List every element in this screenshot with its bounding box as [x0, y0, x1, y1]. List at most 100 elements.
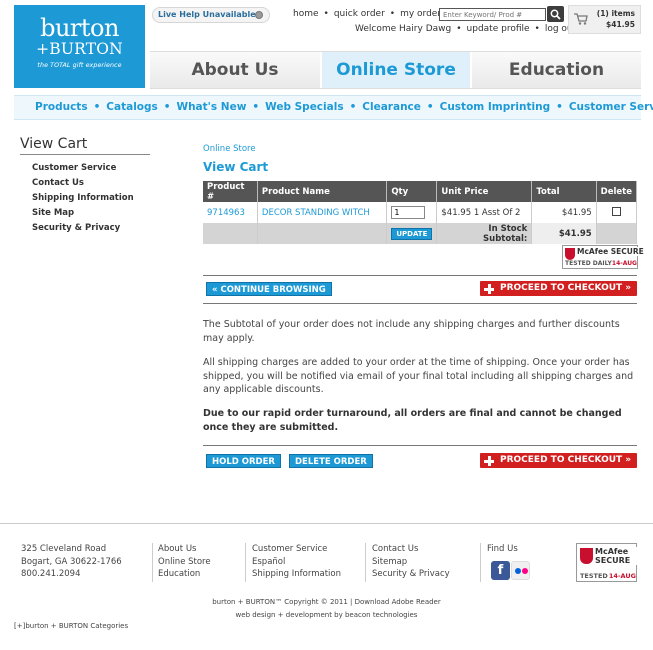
brand-logo[interactable]: burton +BURTON the TOTAL gift experience [14, 5, 145, 88]
mcafee-badge[interactable]: McAfee SECURE TESTED DAILY 14-AUG [562, 245, 651, 269]
delete-cell [596, 202, 638, 223]
column-header: Delete [596, 181, 638, 202]
mcafee-tested: TESTED 14-AUG [580, 572, 636, 580]
subnav-separator: • [556, 101, 563, 113]
mcafee-tested: TESTED DAILY 14-AUG [565, 260, 637, 267]
address-line: 325 Cleveland Road [21, 544, 107, 554]
subtotal-value: $41.95 [531, 223, 597, 244]
mcafee-tested-label: TESTED DAILY [565, 260, 612, 267]
subnav-clearance[interactable]: Clearance [362, 101, 421, 113]
footer-link-contact-us[interactable]: Contact Us [372, 543, 450, 556]
subnav-whats-new[interactable]: What's New [177, 101, 247, 113]
copyright-text: burton + BURTON™ Copyright © 2011 | Down… [212, 598, 441, 606]
footer-link-security-privacy[interactable]: Security & Privacy [372, 568, 450, 581]
continue-browsing-button[interactable]: « CONTINUE BROWSING [206, 282, 332, 296]
nav-separator: • [389, 9, 396, 19]
tab-online-store[interactable]: Online Store [322, 52, 470, 88]
subnav-products[interactable]: Products [35, 101, 88, 113]
final-orders-note: Due to our rapid order turnaround, all o… [203, 408, 622, 433]
footer-link-education[interactable]: Education [158, 568, 211, 581]
update-profile-link[interactable]: update profile [467, 24, 530, 34]
flickr-icon[interactable] [511, 561, 530, 580]
credits-text: web design + development by beacon techn… [235, 611, 418, 619]
footer-separator [245, 543, 246, 582]
sidebar-title: View Cart [20, 136, 150, 155]
mcafee-name: McAfee SECURE [595, 547, 637, 565]
phone-number: 800.241.2094 [21, 569, 81, 579]
delete-checkbox[interactable] [611, 206, 621, 216]
subnav-customer-service[interactable]: Customer Service [569, 101, 653, 113]
subnav-separator: • [349, 101, 357, 113]
live-help-button[interactable]: Live Help Unavailable [152, 7, 270, 23]
tab-education[interactable]: Education [472, 52, 641, 88]
address-line: Bogart, GA 30622-1766 [21, 556, 122, 567]
cart-icon [574, 13, 588, 25]
categories-link[interactable]: [+]burton + BURTON Categories [14, 622, 128, 630]
table-header-row: Product # Product Name Qty Unit Price To… [203, 181, 638, 202]
column-header: Unit Price [436, 181, 533, 202]
footer-link-espanol[interactable]: Español [252, 556, 341, 569]
divider [203, 445, 637, 446]
update-button[interactable]: UPDATE [391, 227, 433, 240]
divider [203, 275, 637, 276]
sidebar-item-security-privacy[interactable]: Security & Privacy [32, 222, 134, 237]
hold-order-button[interactable]: HOLD ORDER [206, 454, 281, 468]
mcafee-name: McAfee SECURE [577, 247, 651, 256]
status-dot-icon [255, 11, 263, 19]
line-total: $41.95 [531, 202, 597, 223]
nav-separator: • [323, 9, 329, 19]
proceed-to-checkout-button-bottom[interactable]: PROCEED TO CHECKOUT » [480, 453, 638, 468]
product-name-link[interactable]: DECOR STANDING WITCH [257, 202, 388, 223]
subnav-separator: • [93, 101, 101, 113]
column-header: Total [531, 181, 597, 202]
footer-divider [0, 523, 653, 524]
footer-col-contact: Contact Us Sitemap Security & Privacy [372, 543, 450, 581]
nav-separator: • [456, 24, 462, 34]
subnav-catalogs[interactable]: Catalogs [106, 101, 157, 113]
facebook-icon[interactable]: f [491, 561, 510, 580]
subnav-web-specials[interactable]: Web Specials [265, 101, 343, 113]
column-header: Product Name [257, 181, 388, 202]
page-title: View Cart [203, 160, 269, 174]
logo-line1: burton [40, 14, 119, 42]
footer-link-about-us[interactable]: About Us [158, 543, 211, 556]
mcafee-footer-badge[interactable]: McAfee SECURE TESTED 14-AUG [576, 543, 637, 582]
mini-cart[interactable]: (1) items $41.95 [568, 5, 641, 34]
shipping-note: All shipping charges are added to your o… [203, 357, 634, 395]
sidebar-item-contact-us[interactable]: Contact Us [32, 177, 134, 192]
logo-tagline: the TOTAL gift experience [37, 62, 122, 69]
sidebar-item-customer-service[interactable]: Customer Service [32, 162, 134, 177]
mcafee-icon [580, 548, 593, 564]
footer-link-online-store[interactable]: Online Store [158, 556, 211, 569]
footer-col-service: Customer Service Español Shipping Inform… [252, 543, 341, 581]
breadcrumb[interactable]: Online Store [203, 144, 256, 154]
quick-order-link[interactable]: quick order [334, 9, 385, 19]
plus-icon [484, 284, 494, 294]
tab-about-us[interactable]: About Us [150, 52, 320, 88]
sidebar-item-shipping-information[interactable]: Shipping Information [32, 192, 134, 207]
proceed-to-checkout-button[interactable]: PROCEED TO CHECKOUT » [480, 281, 638, 296]
column-header: Product # [203, 181, 258, 202]
search-input[interactable] [439, 8, 546, 21]
footer-separator [365, 543, 366, 582]
product-number-link[interactable]: 9714963 [203, 202, 258, 223]
subtotal-row: UPDATE In Stock Subtotal: $41.95 [203, 223, 638, 244]
footer-link-sitemap[interactable]: Sitemap [372, 556, 450, 569]
qty-cell [386, 202, 438, 223]
home-link[interactable]: home [293, 9, 319, 19]
subnav-separator: • [163, 101, 171, 113]
footer-link-customer-service[interactable]: Customer Service [252, 543, 341, 556]
find-us-label: Find Us [487, 544, 518, 554]
logo-line2: +BURTON [36, 40, 123, 58]
sidebar-item-site-map[interactable]: Site Map [32, 207, 134, 222]
subnav-separator: • [252, 101, 260, 113]
subnav-custom-imprinting[interactable]: Custom Imprinting [440, 101, 551, 113]
quantity-input[interactable] [391, 206, 426, 219]
subnav-separator: • [426, 101, 434, 113]
unit-price: $41.95 1 Asst Of 2 [436, 202, 533, 223]
search-button[interactable] [547, 6, 564, 22]
mcafee-date: 14-AUG [611, 260, 637, 267]
column-header: Qty [386, 181, 438, 202]
delete-order-button[interactable]: DELETE ORDER [289, 454, 373, 468]
footer-link-shipping-information[interactable]: Shipping Information [252, 568, 341, 581]
